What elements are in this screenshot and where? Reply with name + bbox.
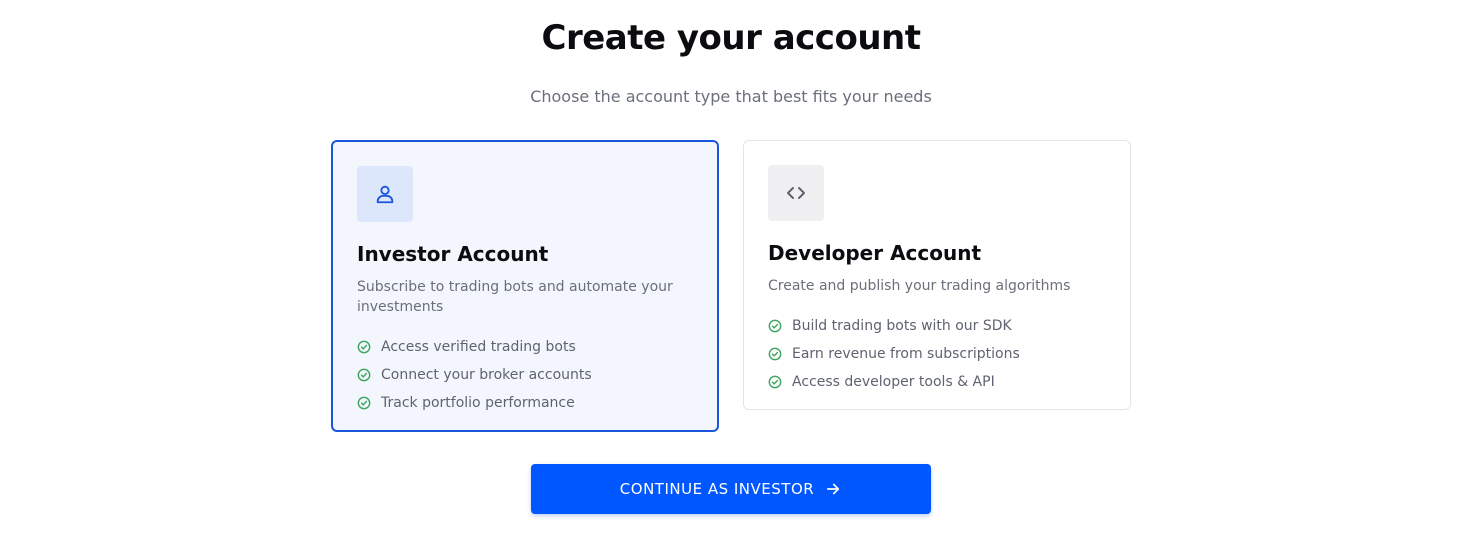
investor-account-card[interactable]: Investor Account Subscribe to trading bo… bbox=[331, 140, 719, 432]
feature-item: Access developer tools & API bbox=[768, 368, 1106, 396]
developer-feature-list: Build trading bots with our SDK Earn rev… bbox=[768, 312, 1106, 396]
feature-label: Access developer tools & API bbox=[792, 374, 995, 390]
investor-card-title: Investor Account bbox=[357, 242, 549, 266]
continue-button-label: CONTINUE AS INVESTOR bbox=[619, 480, 815, 498]
investor-feature-list: Access verified trading bots Connect you… bbox=[357, 333, 693, 417]
developer-card-description: Create and publish your trading algorith… bbox=[768, 278, 1071, 294]
check-circle-icon bbox=[357, 340, 371, 354]
investor-card-description: Subscribe to trading bots and automate y… bbox=[357, 279, 673, 315]
feature-label: Access verified trading bots bbox=[381, 339, 576, 355]
user-icon bbox=[357, 166, 413, 222]
page-title: Create your account bbox=[541, 18, 921, 58]
feature-item: Access verified trading bots bbox=[357, 333, 693, 361]
check-circle-icon bbox=[768, 375, 782, 389]
feature-label: Track portfolio performance bbox=[381, 395, 575, 411]
feature-label: Build trading bots with our SDK bbox=[792, 318, 1012, 334]
feature-label: Earn revenue from subscriptions bbox=[792, 346, 1020, 362]
feature-label: Connect your broker accounts bbox=[381, 367, 592, 383]
page-subtitle: Choose the account type that best fits y… bbox=[530, 87, 932, 106]
arrow-right-icon bbox=[827, 483, 840, 495]
feature-item: Track portfolio performance bbox=[357, 389, 693, 417]
check-circle-icon bbox=[357, 368, 371, 382]
feature-item: Build trading bots with our SDK bbox=[768, 312, 1106, 340]
developer-card-title: Developer Account bbox=[768, 241, 982, 265]
check-circle-icon bbox=[768, 347, 782, 361]
check-circle-icon bbox=[768, 319, 782, 333]
code-icon bbox=[768, 165, 824, 221]
developer-account-card[interactable]: Developer Account Create and publish you… bbox=[743, 140, 1131, 410]
continue-button[interactable]: CONTINUE AS INVESTOR bbox=[531, 464, 931, 514]
feature-item: Connect your broker accounts bbox=[357, 361, 693, 389]
feature-item: Earn revenue from subscriptions bbox=[768, 340, 1106, 368]
check-circle-icon bbox=[357, 396, 371, 410]
